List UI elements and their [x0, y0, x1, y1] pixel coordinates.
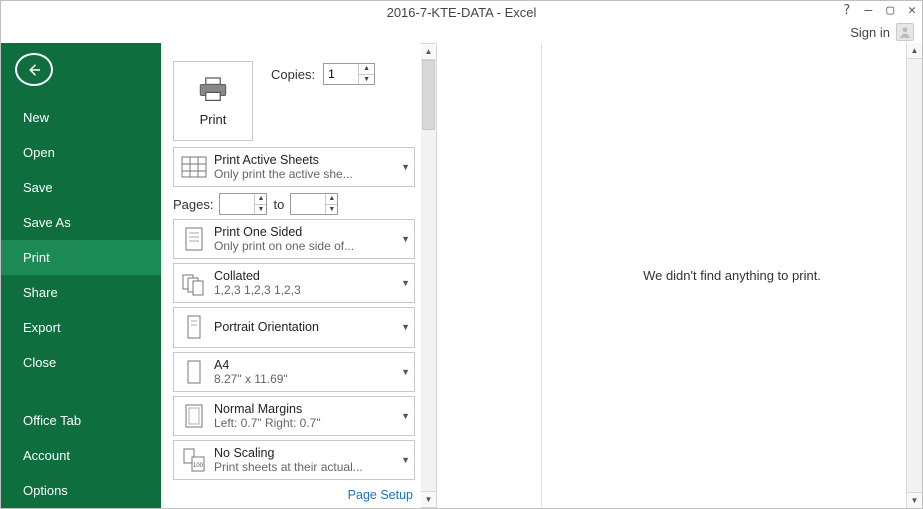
print-preview-area: We didn't find anything to print. ▲ ▼ [541, 43, 922, 508]
window-title: 2016-7-KTE-DATA - Excel [1, 5, 922, 20]
collated-icon [180, 268, 208, 298]
sidebar-item-save-as[interactable]: Save As [1, 205, 161, 240]
pages-from-spinner[interactable]: ▲▼ [219, 193, 267, 215]
pages-to-input[interactable] [291, 194, 325, 214]
option-sided[interactable]: Print One Sided Only print on one side o… [173, 219, 415, 259]
signin-area[interactable]: Sign in [850, 23, 914, 41]
print-settings-panel: Print Copies: ▲ ▼ [161, 43, 421, 508]
back-button[interactable] [15, 53, 53, 86]
sidebar-item-office-tab[interactable]: Office Tab [1, 403, 161, 438]
option-paper-size[interactable]: A4 8.27" x 11.69" ▼ [173, 352, 415, 392]
margins-icon [180, 401, 208, 431]
help-icon[interactable]: ? [843, 3, 851, 18]
option-margins[interactable]: Normal Margins Left: 0.7" Right: 0.7" ▼ [173, 396, 415, 436]
chevron-down-icon: ▼ [401, 162, 410, 172]
sidebar-item-share[interactable]: Share [1, 275, 161, 310]
scroll-track[interactable] [421, 60, 436, 491]
preview-scrollbar[interactable]: ▲ ▼ [906, 43, 922, 508]
copies-spinner[interactable]: ▲ ▼ [323, 63, 375, 85]
scaling-icon: 100 [180, 445, 208, 475]
preview-scroll-up[interactable]: ▲ [907, 43, 922, 59]
page-setup-link[interactable]: Page Setup [173, 484, 415, 502]
pages-to-label: to [273, 197, 284, 212]
copies-up[interactable]: ▲ [359, 64, 374, 75]
paper-icon [180, 357, 208, 387]
restore-button[interactable]: ▢ [886, 3, 894, 18]
portrait-icon [180, 312, 208, 342]
sidebar-item-print[interactable]: Print [1, 240, 161, 275]
scroll-up-button[interactable]: ▲ [421, 44, 436, 60]
user-avatar-icon [896, 23, 914, 41]
copies-row: Copies: ▲ ▼ [271, 63, 375, 85]
chevron-down-icon: ▼ [401, 234, 410, 244]
chevron-down-icon: ▼ [401, 455, 410, 465]
pages-row: Pages: ▲▼ to ▲▼ [173, 193, 415, 215]
sidebar-item-account[interactable]: Account [1, 438, 161, 473]
option-print-range[interactable]: Print Active Sheets Only print the activ… [173, 147, 415, 187]
opt-title: Print Active Sheets [214, 153, 397, 167]
window-controls: ? — ▢ ✕ [843, 3, 916, 18]
print-settings-wrap: Print Copies: ▲ ▼ [161, 43, 541, 508]
chevron-down-icon: ▼ [401, 278, 410, 288]
option-scaling[interactable]: 100 No Scaling Print sheets at their act… [173, 440, 415, 480]
print-button-label: Print [200, 112, 227, 127]
preview-scroll-down[interactable]: ▼ [907, 492, 922, 508]
close-button[interactable]: ✕ [908, 3, 916, 18]
app-window: 2016-7-KTE-DATA - Excel ? — ▢ ✕ Sign in … [0, 0, 923, 509]
pages-to-spinner[interactable]: ▲▼ [290, 193, 338, 215]
svg-text:100: 100 [193, 463, 204, 469]
body: New Open Save Save As Print Share Export… [1, 43, 922, 508]
chevron-down-icon: ▼ [401, 322, 410, 332]
settings-scrollbar[interactable]: ▲ ▼ [421, 43, 437, 508]
copies-down[interactable]: ▼ [359, 75, 374, 85]
pages-label: Pages: [173, 197, 213, 212]
sidebar-item-open[interactable]: Open [1, 135, 161, 170]
backstage-sidebar: New Open Save Save As Print Share Export… [1, 43, 161, 508]
chevron-down-icon: ▼ [401, 367, 410, 377]
scroll-thumb[interactable] [422, 60, 435, 130]
print-top-row: Print Copies: ▲ ▼ [173, 61, 415, 141]
sidebar-item-export[interactable]: Export [1, 310, 161, 345]
scroll-down-button[interactable]: ▼ [421, 491, 436, 507]
opt-sub: Only print the active she... [214, 167, 397, 181]
copies-label: Copies: [271, 67, 315, 82]
option-collated[interactable]: Collated 1,2,3 1,2,3 1,2,3 ▼ [173, 263, 415, 303]
signin-label: Sign in [850, 25, 890, 40]
print-button[interactable]: Print [173, 61, 253, 141]
sheets-icon [180, 152, 208, 182]
sidebar-item-new[interactable]: New [1, 100, 161, 135]
printer-icon [197, 76, 229, 104]
option-orientation[interactable]: Portrait Orientation ▼ [173, 307, 415, 347]
sidebar-item-close[interactable]: Close [1, 345, 161, 380]
preview-message: We didn't find anything to print. [643, 268, 821, 283]
chevron-down-icon: ▼ [401, 411, 410, 421]
sidebar-item-save[interactable]: Save [1, 170, 161, 205]
minimize-button[interactable]: — [865, 3, 873, 18]
pages-from-input[interactable] [220, 194, 254, 214]
sidebar-item-options[interactable]: Options [1, 473, 161, 508]
title-bar: 2016-7-KTE-DATA - Excel ? — ▢ ✕ Sign in [1, 1, 922, 43]
copies-input[interactable] [324, 64, 358, 84]
page-single-icon [180, 224, 208, 254]
